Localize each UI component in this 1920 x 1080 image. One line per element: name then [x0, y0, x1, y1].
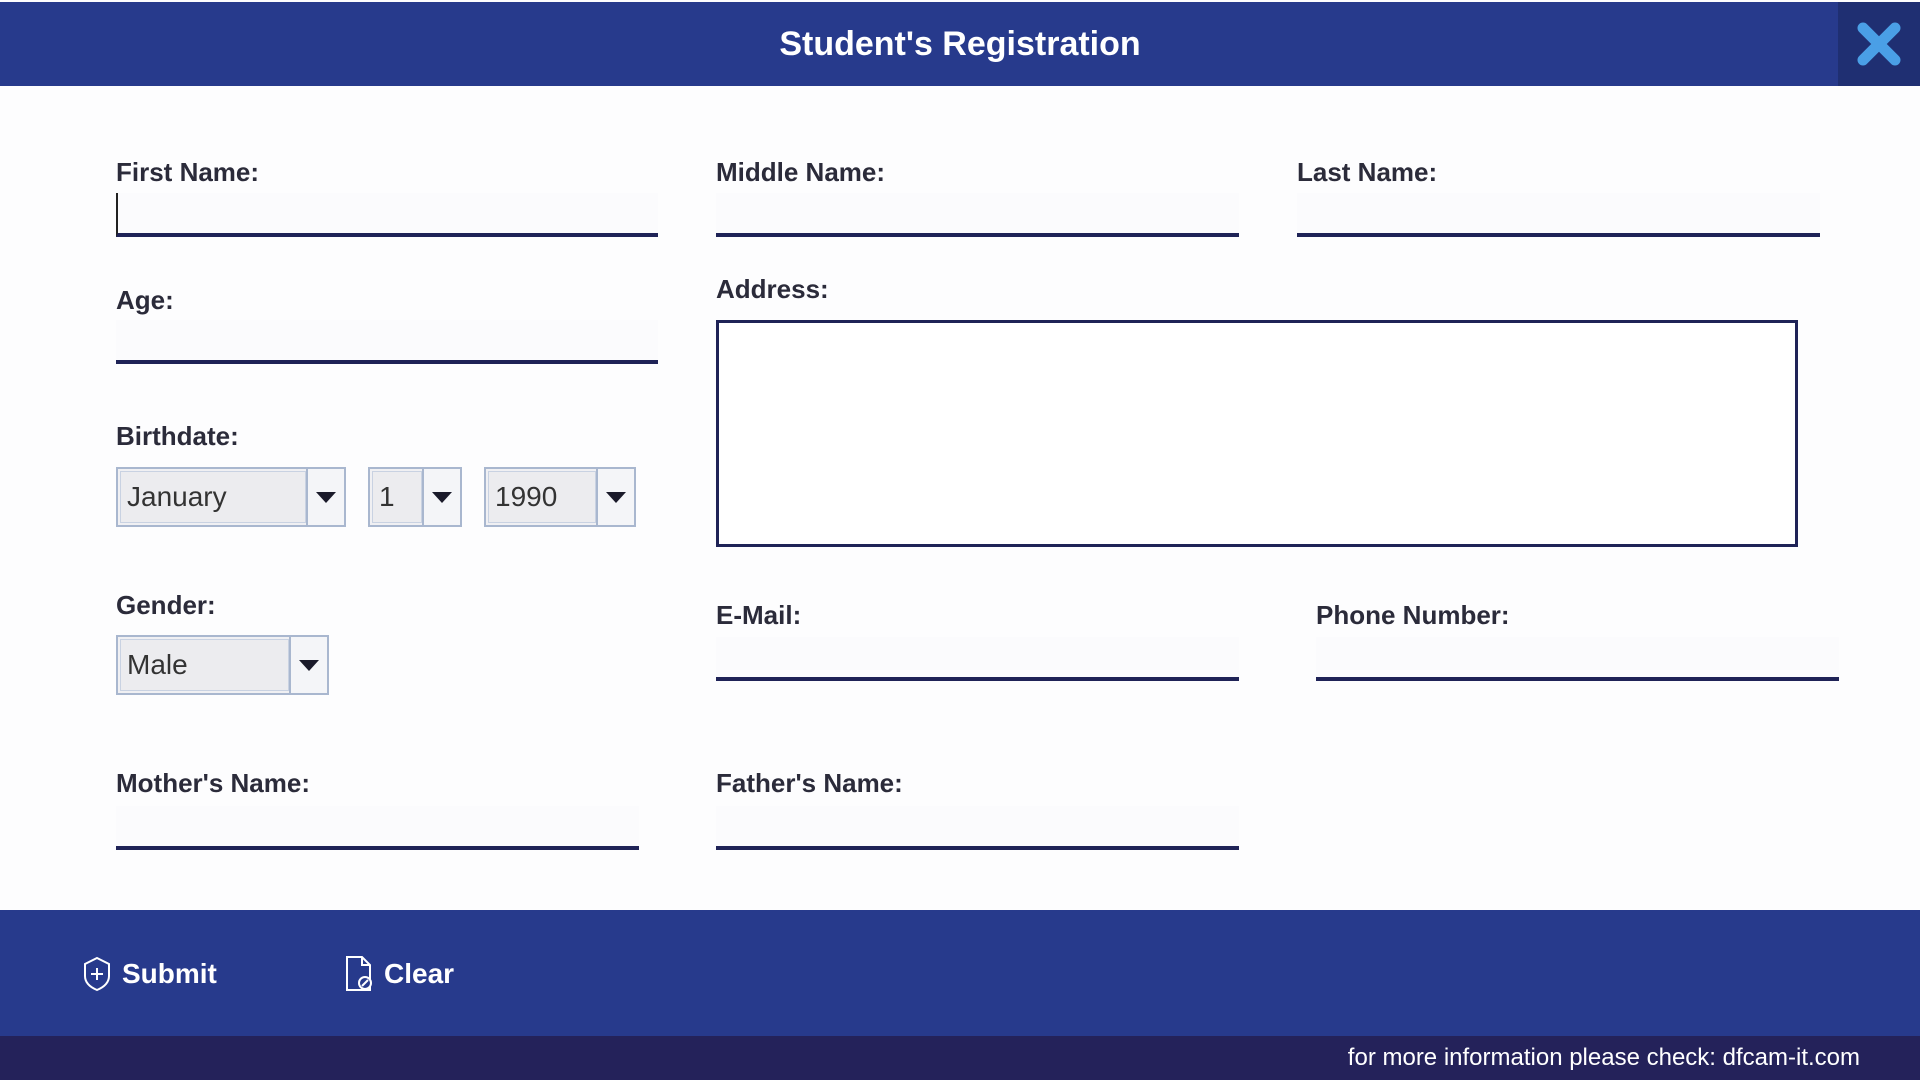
submit-button[interactable]: Submit	[82, 954, 217, 994]
address-textarea[interactable]	[716, 320, 1798, 547]
mother-name-input[interactable]	[116, 806, 639, 850]
title-bar: Student's Registration	[0, 2, 1920, 86]
birth-year-value: 1990	[488, 471, 596, 523]
birth-day-select[interactable]: 1	[368, 467, 462, 527]
birth-year-select[interactable]: 1990	[484, 467, 636, 527]
gender-select[interactable]: Male	[116, 635, 329, 695]
clear-button[interactable]: Clear	[344, 954, 454, 994]
gender-label: Gender:	[116, 590, 216, 620]
middle-name-label: Middle Name:	[716, 157, 886, 187]
chevron-down-icon	[299, 659, 319, 671]
submit-label: Submit	[122, 958, 217, 989]
action-bar: Submit Clear	[0, 910, 1920, 1036]
father-name-input[interactable]	[716, 806, 1239, 850]
chevron-down-icon	[432, 491, 452, 503]
birthdate-label: Birthdate:	[116, 421, 239, 451]
footer-info-text: for more information please check: dfcam…	[1347, 1044, 1860, 1071]
close-icon	[1857, 22, 1901, 66]
address-label: Address:	[716, 274, 829, 304]
father-name-label: Father's Name:	[716, 768, 903, 798]
birth-month-dropdown-button[interactable]	[306, 469, 344, 525]
phone-number-input[interactable]	[1316, 637, 1839, 681]
age-input[interactable]	[116, 320, 658, 364]
footer: for more information please check: dfcam…	[0, 1036, 1920, 1080]
email-input[interactable]	[716, 637, 1239, 681]
middle-name-input[interactable]	[716, 193, 1239, 237]
phone-number-label: Phone Number:	[1316, 600, 1510, 630]
gender-value: Male	[120, 639, 289, 691]
last-name-label: Last Name:	[1297, 157, 1438, 187]
mother-name-label: Mother's Name:	[116, 768, 310, 798]
submit-icon	[82, 956, 112, 992]
first-name-input[interactable]	[116, 193, 658, 237]
birth-month-value: January	[120, 471, 306, 523]
birth-year-dropdown-button[interactable]	[596, 469, 634, 525]
birth-day-value: 1	[372, 471, 422, 523]
close-button[interactable]	[1838, 2, 1920, 86]
window-title: Student's Registration	[779, 25, 1141, 63]
clear-label: Clear	[384, 958, 455, 989]
birth-day-dropdown-button[interactable]	[422, 469, 460, 525]
gender-dropdown-button[interactable]	[289, 637, 327, 693]
age-label: Age:	[116, 285, 174, 315]
birth-month-select[interactable]: January	[116, 467, 346, 527]
chevron-down-icon	[606, 491, 626, 503]
email-label: E-Mail:	[716, 600, 802, 630]
chevron-down-icon	[316, 491, 336, 503]
document-icon	[344, 955, 374, 993]
first-name-label: First Name:	[116, 157, 260, 187]
last-name-input[interactable]	[1297, 193, 1820, 237]
